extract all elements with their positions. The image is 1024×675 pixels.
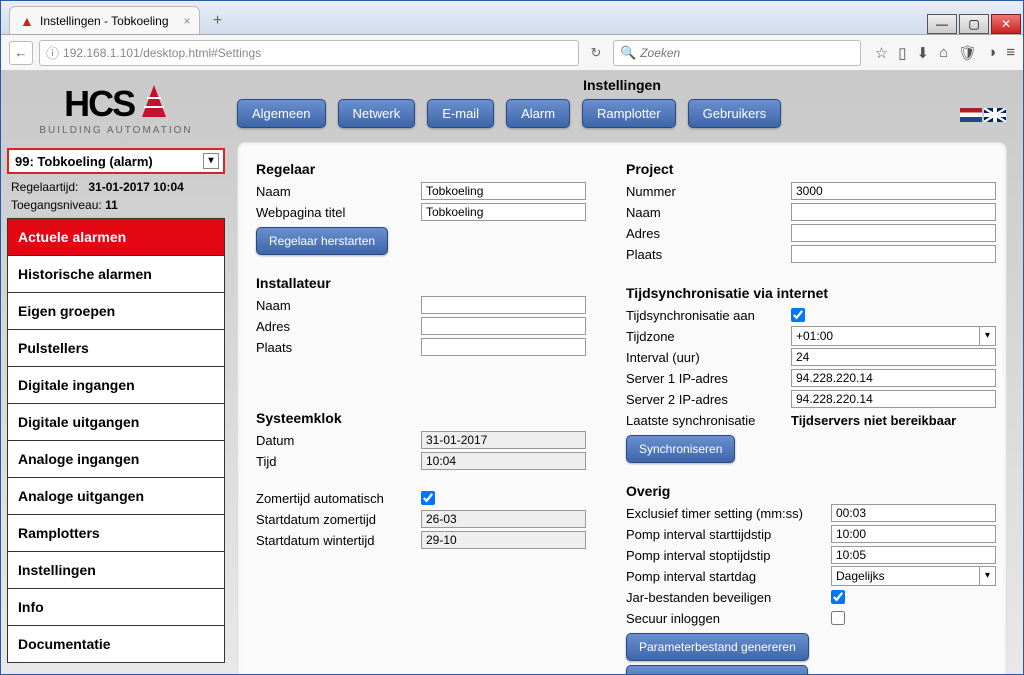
sidebar-item-analoge-uitgangen[interactable]: Analoge uitgangen [8,478,224,515]
logo-triangle-icon [140,83,168,122]
page-title: Instellingen [237,77,1007,93]
interval-input[interactable] [791,348,996,366]
logo: HCS BUILDING AUTOMATION [7,75,225,142]
url-input-container[interactable]: ⓘ [39,40,579,66]
sidebar-item-ramplotters[interactable]: Ramplotters [8,515,224,552]
logo-tagline: BUILDING AUTOMATION [19,125,213,136]
start-winter-input [421,531,586,549]
tijdzone-select[interactable]: +01:00▾ [791,326,996,346]
section-tijdsync: Tijdsynchronisatie via internet [626,285,996,301]
new-tab-button[interactable]: + [206,12,230,34]
flag-nl-icon[interactable] [960,108,982,122]
last-sync-text: Tijdservers niet bereikbaar [791,413,956,428]
tab-alarm[interactable]: Alarm [506,99,570,128]
sidebar-item-pulstellers[interactable]: Pulstellers [8,330,224,367]
section-klok: Systeemklok [256,410,586,426]
klok-tijd-input [421,452,586,470]
sidebar-item-documentatie[interactable]: Documentatie [8,626,224,662]
search-icon: 🔍 [620,45,636,61]
menu-icon[interactable]: ≡ [1006,44,1015,62]
server2-input[interactable] [791,390,996,408]
shield-icon[interactable]: 🛡 [958,44,977,62]
jar-checkbox[interactable] [831,590,845,604]
tijdsync-aan-checkbox[interactable] [791,308,805,322]
nav-back-button[interactable]: ← [9,41,33,65]
sidebar-item-digitale-uitgangen[interactable]: Digitale uitgangen [8,404,224,441]
section-installateur: Installateur [256,275,586,291]
start-zomer-input [421,510,586,528]
pstop-input[interactable] [831,546,996,564]
favicon-icon: ▲ [20,14,34,28]
project-plaats-input[interactable] [791,245,996,263]
settings-tabrow: Algemeen Netwerk E-mail Alarm Ramplotter… [237,99,1007,128]
regelaar-naam-input[interactable] [421,182,586,200]
tab-close-icon[interactable]: × [184,14,191,28]
sys-params-opslaan-button[interactable]: Systeem parameters opslaan [626,665,808,674]
window-minimize-button[interactable]: — [927,14,957,34]
webpagina-titel-input[interactable] [421,203,586,221]
settings-panel: Regelaar Naam Webpagina titel Regelaar h… [237,142,1007,674]
regulator-selector[interactable]: 99: Tobkoeling (alarm) ▾ [7,148,225,174]
section-project: Project [626,161,996,177]
chevron-down-icon: ▾ [203,153,219,169]
pstart-input[interactable] [831,525,996,543]
sidebar-item-info[interactable]: Info [8,589,224,626]
addons-icon[interactable]: ◑ [987,44,996,62]
param-genereren-button[interactable]: Parameterbestand genereren [626,633,809,661]
secure-checkbox[interactable] [831,611,845,625]
flag-gb-icon[interactable] [984,108,1006,122]
installateur-adres-input[interactable] [421,317,586,335]
logo-text: HCS [64,83,134,124]
chevron-down-icon: ▾ [979,567,995,585]
project-naam-input[interactable] [791,203,996,221]
sidebar-item-eigen-groepen[interactable]: Eigen groepen [8,293,224,330]
server1-input[interactable] [791,369,996,387]
browser-tabstrip: ▲ Instellingen - Tobkoeling × + — ▢ ✕ [1,1,1023,35]
section-overig: Overig [626,483,996,499]
sidebar-item-historische-alarmen[interactable]: Historische alarmen [8,256,224,293]
tab-netwerk[interactable]: Netwerk [338,99,416,128]
sidebar-item-instellingen[interactable]: Instellingen [8,552,224,589]
pday-select[interactable]: Dagelijks▾ [831,566,996,586]
klok-datum-input [421,431,586,449]
url-toolbar: ← ⓘ ↻ 🔍 ☆ ▯ ⬇ ⌂ 🛡 ◑ ≡ [1,35,1023,71]
sidebar: HCS BUILDING AUTOMATION 99: Tobkoeling (… [1,71,231,674]
pocket-icon[interactable]: ▯ [898,44,906,62]
project-adres-input[interactable] [791,224,996,242]
window-maximize-button[interactable]: ▢ [959,14,989,34]
installateur-plaats-input[interactable] [421,338,586,356]
sidebar-item-actuele-alarmen[interactable]: Actuele alarmen [8,219,224,256]
chevron-down-icon: ▾ [979,327,995,345]
installateur-naam-input[interactable] [421,296,586,314]
url-input[interactable] [63,46,572,60]
info-icon: ⓘ [46,43,59,62]
browser-tab[interactable]: ▲ Instellingen - Tobkoeling × [9,6,200,34]
side-menu: Actuele alarmen Historische alarmen Eige… [7,218,225,663]
regelaar-herstarten-button[interactable]: Regelaar herstarten [256,227,388,255]
synchroniseren-button[interactable]: Synchroniseren [626,435,735,463]
tab-title: Instellingen - Tobkoeling [40,14,169,28]
regulator-selector-label: 99: Tobkoeling (alarm) [15,154,153,169]
home-icon[interactable]: ⌂ [939,44,948,62]
window-close-button[interactable]: ✕ [991,14,1021,34]
sidebar-item-digitale-ingangen[interactable]: Digitale ingangen [8,367,224,404]
sidebar-item-analoge-ingangen[interactable]: Analoge ingangen [8,441,224,478]
tab-email[interactable]: E-mail [427,99,494,128]
search-input[interactable] [640,46,854,60]
downloads-icon[interactable]: ⬇ [916,44,929,62]
dst-auto-checkbox[interactable] [421,491,435,505]
meta-time: Regelaartijd: 31-01-2017 10:04 [7,178,225,196]
tab-algemeen[interactable]: Algemeen [237,99,326,128]
meta-level: Toegangsniveau: 11 [7,196,225,214]
search-box[interactable]: 🔍 [613,40,861,66]
tab-gebruikers[interactable]: Gebruikers [688,99,782,128]
reload-button[interactable]: ↻ [585,45,607,61]
project-nummer-input[interactable] [791,182,996,200]
tab-ramplotter[interactable]: Ramplotter [582,99,676,128]
bookmark-icon[interactable]: ☆ [875,44,888,62]
timer-input[interactable] [831,504,996,522]
section-regelaar: Regelaar [256,161,586,177]
